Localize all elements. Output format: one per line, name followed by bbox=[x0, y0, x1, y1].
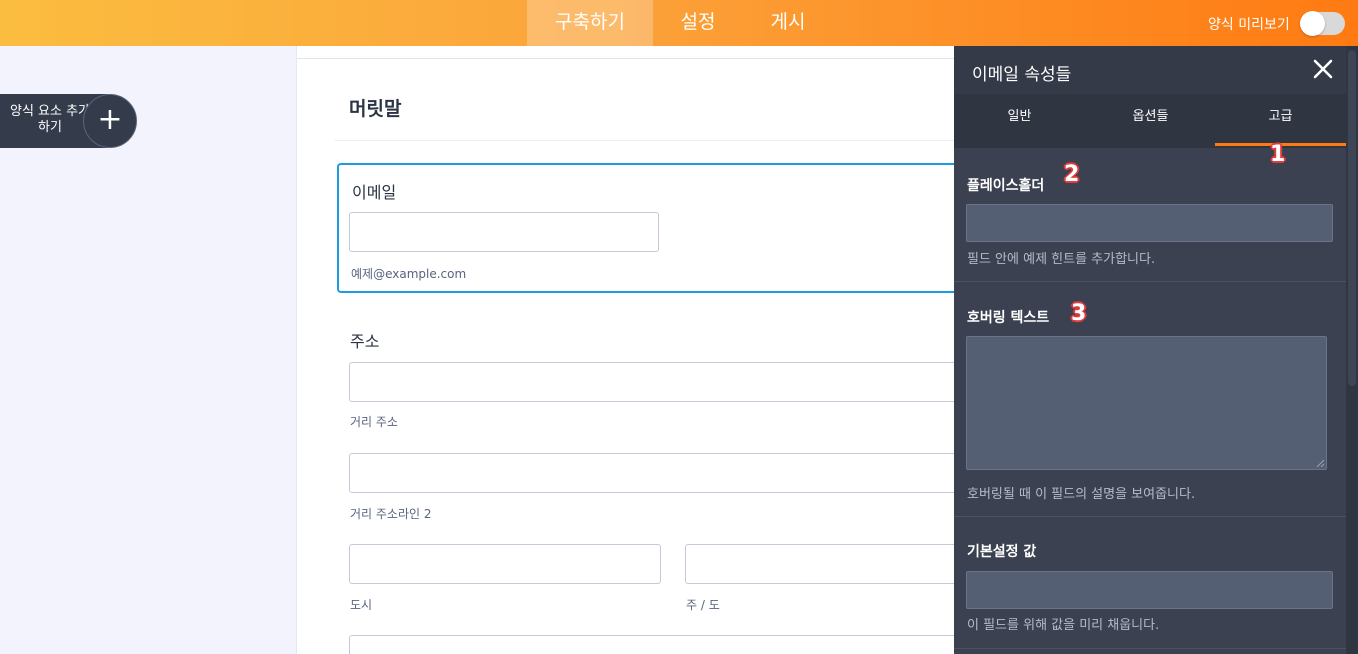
panel-title: 이메일 속성들 bbox=[972, 65, 1072, 85]
section-divider bbox=[954, 648, 1346, 649]
panel-header: 이메일 속성들 bbox=[954, 46, 1346, 94]
city-sublabel: 도시 bbox=[350, 598, 373, 612]
address-label: 주소 bbox=[350, 332, 380, 351]
tab-publish[interactable]: 게시 bbox=[743, 0, 833, 46]
email-sublabel: 예제@example.com bbox=[351, 267, 467, 281]
email-input[interactable] bbox=[349, 212, 659, 252]
tab-settings[interactable]: 설정 bbox=[653, 0, 743, 46]
hover-text-textarea[interactable] bbox=[966, 336, 1327, 470]
add-form-element-button[interactable]: 양식 요소 추가하기 + bbox=[0, 94, 137, 148]
tab-build[interactable]: 구축하기 bbox=[527, 0, 653, 46]
city-input[interactable] bbox=[349, 544, 661, 584]
toggle-knob bbox=[1300, 11, 1325, 36]
resize-handle-icon[interactable] bbox=[1316, 459, 1324, 467]
default-value-label: 기본설정 값 bbox=[967, 544, 1037, 560]
street-address-line2-sublabel: 거리 주소라인 2 bbox=[350, 507, 432, 521]
panel-scrollbar[interactable] bbox=[1346, 46, 1358, 654]
top-tabs: 구축하기 설정 게시 bbox=[527, 0, 833, 46]
add-element-circle[interactable]: + bbox=[83, 94, 137, 148]
hover-text-label: 호버링 텍스트 bbox=[967, 310, 1050, 326]
top-navigation-bar: 구축하기 설정 게시 양식 미리보기 bbox=[0, 0, 1358, 46]
email-field-selected[interactable]: 이메일 예제@example.com bbox=[337, 163, 977, 293]
street-address-sublabel: 거리 주소 bbox=[350, 415, 398, 429]
heading-divider bbox=[335, 140, 977, 141]
placeholder-label: 플레이스홀더 bbox=[967, 178, 1045, 194]
tab-advanced-label: 고급 bbox=[1268, 109, 1293, 124]
panel-tabs: 일반 옵션들 고급 bbox=[954, 94, 1346, 148]
form-canvas: 머릿말 이메일 예제@example.com 주소 거리 주소 거리 주소라인 … bbox=[296, 46, 977, 654]
default-value-input[interactable] bbox=[966, 571, 1333, 609]
street-address-input[interactable] bbox=[349, 362, 977, 402]
form-heading[interactable]: 머릿말 bbox=[349, 94, 401, 121]
placeholder-input[interactable] bbox=[966, 204, 1333, 242]
state-input[interactable] bbox=[685, 544, 977, 584]
section-divider bbox=[954, 281, 1346, 282]
add-element-label: 양식 요소 추가하기 bbox=[9, 104, 91, 135]
scrollbar-thumb[interactable] bbox=[1348, 50, 1356, 386]
postal-code-input[interactable] bbox=[349, 635, 977, 654]
tab-options[interactable]: 옵션들 bbox=[1085, 94, 1216, 148]
default-value-help: 이 필드를 위해 값을 미리 채웁니다. bbox=[967, 618, 1160, 633]
state-sublabel: 주 / 도 bbox=[686, 598, 720, 612]
email-properties-panel: 이메일 속성들 일반 옵션들 고급 플레이스홀더 필드 안에 예제 힌트를 추가… bbox=[954, 46, 1358, 654]
annotation-badge-3: 3 bbox=[1071, 301, 1087, 326]
placeholder-help: 필드 안에 예제 힌트를 추가합니다. bbox=[967, 252, 1156, 267]
plus-icon: + bbox=[97, 102, 123, 137]
form-preview-label: 양식 미리보기 bbox=[1208, 17, 1290, 33]
section-divider bbox=[954, 516, 1346, 517]
street-address-line2-input[interactable] bbox=[349, 453, 977, 493]
form-preview-toggle[interactable] bbox=[1300, 11, 1345, 36]
annotation-badge-1: 1 bbox=[1270, 142, 1286, 167]
canvas-divider bbox=[297, 58, 977, 59]
close-icon[interactable] bbox=[1310, 56, 1336, 82]
tab-general[interactable]: 일반 bbox=[954, 94, 1085, 148]
email-label: 이메일 bbox=[352, 183, 397, 202]
hover-text-help: 호버링될 때 이 필드의 설명을 보여줍니다. bbox=[967, 487, 1196, 502]
tab-advanced[interactable]: 고급 bbox=[1215, 94, 1346, 148]
annotation-badge-2: 2 bbox=[1064, 162, 1080, 187]
